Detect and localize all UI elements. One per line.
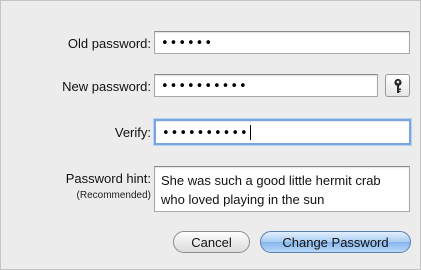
new-password-field[interactable]: •••••••••• xyxy=(154,74,378,97)
password-hint-value: She was such a good little hermit crab w… xyxy=(161,173,381,207)
change-password-button[interactable]: Change Password xyxy=(260,231,411,253)
new-password-value: •••••••••• xyxy=(161,79,248,94)
text-caret xyxy=(249,125,251,140)
key-icon xyxy=(393,78,402,93)
old-password-label: Old password: xyxy=(67,36,151,51)
verify-label: Verify: xyxy=(114,125,151,140)
old-password-field[interactable]: •••••• xyxy=(154,31,410,54)
new-password-label: New password: xyxy=(62,79,151,94)
change-password-sheet: Old password: •••••• New password: •••••… xyxy=(0,0,421,270)
password-hint-field[interactable]: She was such a good little hermit crab w… xyxy=(154,166,410,212)
password-hint-sublabel: (Recommended) xyxy=(76,190,151,201)
verify-field[interactable]: •••••••••• xyxy=(154,119,411,145)
password-hint-label: Password hint: xyxy=(65,171,151,186)
verify-value: •••••••••• xyxy=(162,126,249,141)
password-assistant-button[interactable] xyxy=(385,74,410,97)
cancel-button[interactable]: Cancel xyxy=(173,231,250,253)
old-password-value: •••••• xyxy=(161,36,214,51)
